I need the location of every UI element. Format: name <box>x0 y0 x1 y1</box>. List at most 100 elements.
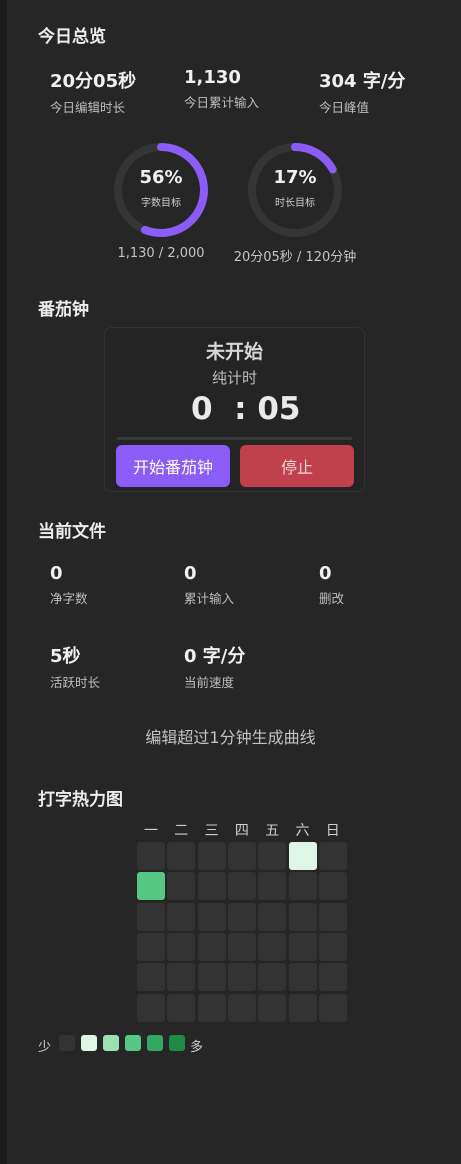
ring-percent: 56% <box>139 167 183 188</box>
heatmap-cell[interactable] <box>258 993 287 1022</box>
heatmap-cell[interactable] <box>258 902 287 931</box>
word-goal-ring: 56% 字数目标 <box>113 142 209 238</box>
weekday-label: 日 <box>325 823 340 839</box>
stat-value: 304 字/分 <box>319 71 406 92</box>
stat-edit-duration: 20分05秒 今日编辑时长 <box>50 67 136 116</box>
stat-current-speed: 0 字/分 当前速度 <box>184 642 245 691</box>
heatmap-cell[interactable] <box>167 872 196 901</box>
heatmap-cell[interactable] <box>197 902 226 931</box>
stat-value: 0 <box>319 563 332 584</box>
stat-value: 0 <box>50 563 63 584</box>
heatmap-cell[interactable] <box>258 963 287 992</box>
heatmap-cell[interactable] <box>167 902 196 931</box>
stat-file-input: 0 累计输入 <box>184 563 234 607</box>
heatmap-cell[interactable] <box>258 872 287 901</box>
heatmap-cell[interactable] <box>258 842 287 870</box>
ring-percent: 17% <box>273 167 317 188</box>
legend-swatch <box>103 1035 119 1051</box>
heatmap-cell[interactable] <box>318 842 347 870</box>
heatmap-cell[interactable] <box>167 932 196 961</box>
time-goal-ring: 17% 时长目标 <box>247 142 343 238</box>
heatmap-cell[interactable] <box>227 993 256 1022</box>
stat-label: 今日累计输入 <box>184 95 260 110</box>
heatmap-cell[interactable] <box>318 963 347 992</box>
ring-label: 时长目标 <box>275 198 315 209</box>
heatmap-cell[interactable] <box>167 963 196 992</box>
weekday-label: 四 <box>234 823 249 839</box>
heatmap-cell[interactable] <box>318 932 347 961</box>
stat-label: 当前速度 <box>184 675 235 690</box>
pomodoro-card: 未开始 纯计时 0 : 05 开始番茄钟 停止 <box>104 327 365 492</box>
start-pomodoro-button[interactable]: 开始番茄钟 <box>116 445 230 487</box>
heatmap-cell[interactable] <box>318 872 347 901</box>
legend-less-label: 少 <box>38 1040 52 1055</box>
stop-button[interactable]: 停止 <box>240 445 354 487</box>
stat-label: 删改 <box>319 591 345 606</box>
pomodoro-state: 未开始 <box>205 341 263 363</box>
heatmap-cell[interactable] <box>167 842 196 870</box>
stat-net-words: 0 净字数 <box>50 563 88 607</box>
stat-edits: 0 删改 <box>319 563 344 607</box>
heatmap-cell[interactable] <box>227 842 256 870</box>
weekday-label: 五 <box>265 823 280 839</box>
stat-total-input: 1,130 今日累计输入 <box>184 67 259 111</box>
heatmap-cell[interactable] <box>227 963 256 992</box>
heatmap-cell[interactable] <box>227 872 256 901</box>
heatmap-cell[interactable] <box>167 993 196 1022</box>
heatmap-cell[interactable] <box>197 872 226 901</box>
ring-chart <box>114 143 208 237</box>
stat-value: 20分05秒 <box>50 71 137 92</box>
heatmap-cell[interactable] <box>288 963 317 992</box>
heatmap-cell[interactable] <box>137 932 165 961</box>
heatmap-cell[interactable] <box>197 842 226 870</box>
heatmap-cell[interactable] <box>288 902 317 931</box>
heatmap-cell[interactable] <box>137 872 165 901</box>
word-goal-caption: 1,130 / 2,000 <box>117 246 205 261</box>
legend-more-label: 多 <box>190 1040 204 1055</box>
overview-title: 今日总览 <box>38 27 106 47</box>
heatmap-cell[interactable] <box>197 932 226 961</box>
legend-swatch <box>147 1035 163 1051</box>
heatmap-cell[interactable] <box>137 963 165 992</box>
stat-label: 净字数 <box>50 591 88 606</box>
heatmap-cell[interactable] <box>318 902 347 931</box>
heatmap-cell[interactable] <box>288 842 317 870</box>
heatmap-cell[interactable] <box>137 993 165 1022</box>
heatmap-cell[interactable] <box>137 902 165 931</box>
stat-label: 今日峰值 <box>319 100 370 115</box>
heatmap-cell[interactable] <box>288 872 317 901</box>
heatmap-cell[interactable] <box>227 902 256 931</box>
ring-chart <box>248 143 342 237</box>
weekday-label: 二 <box>174 823 189 839</box>
heatmap-cell[interactable] <box>258 932 287 961</box>
pomodoro-time: 0 : 05 <box>191 391 301 427</box>
stat-label: 活跃时长 <box>50 675 101 690</box>
stat-active-duration: 5秒 活跃时长 <box>50 642 100 691</box>
weekday-label: 一 <box>144 823 158 839</box>
stat-label: 今日编辑时长 <box>50 100 126 115</box>
heatmap-cell[interactable] <box>288 932 317 961</box>
legend-swatch <box>125 1035 141 1051</box>
heatmap-cell[interactable] <box>227 932 256 961</box>
legend-swatch <box>81 1035 97 1051</box>
stat-value: 5秒 <box>50 646 81 667</box>
weekday-label: 三 <box>204 823 219 839</box>
heatmap-cell[interactable] <box>197 963 226 992</box>
heatmap-cell[interactable] <box>197 993 226 1022</box>
stat-value: 1,130 <box>184 67 241 88</box>
legend-swatch <box>59 1035 75 1051</box>
stat-value: 0 <box>184 563 197 584</box>
weekday-label: 六 <box>295 823 310 839</box>
legend-swatch <box>169 1035 185 1051</box>
curve-hint: 编辑超过1分钟生成曲线 <box>145 728 316 747</box>
pomodoro-mode: 纯计时 <box>211 369 257 387</box>
current-file-title: 当前文件 <box>38 522 106 542</box>
pomodoro-title: 番茄钟 <box>38 300 89 320</box>
stat-label: 累计输入 <box>184 591 235 606</box>
heatmap-cell[interactable] <box>137 842 165 870</box>
heatmap-cell[interactable] <box>318 993 347 1022</box>
heatmap-title: 打字热力图 <box>38 790 123 810</box>
heatmap-cell[interactable] <box>288 993 317 1022</box>
left-edge-strip <box>0 0 7 1164</box>
ring-label: 字数目标 <box>141 198 181 209</box>
